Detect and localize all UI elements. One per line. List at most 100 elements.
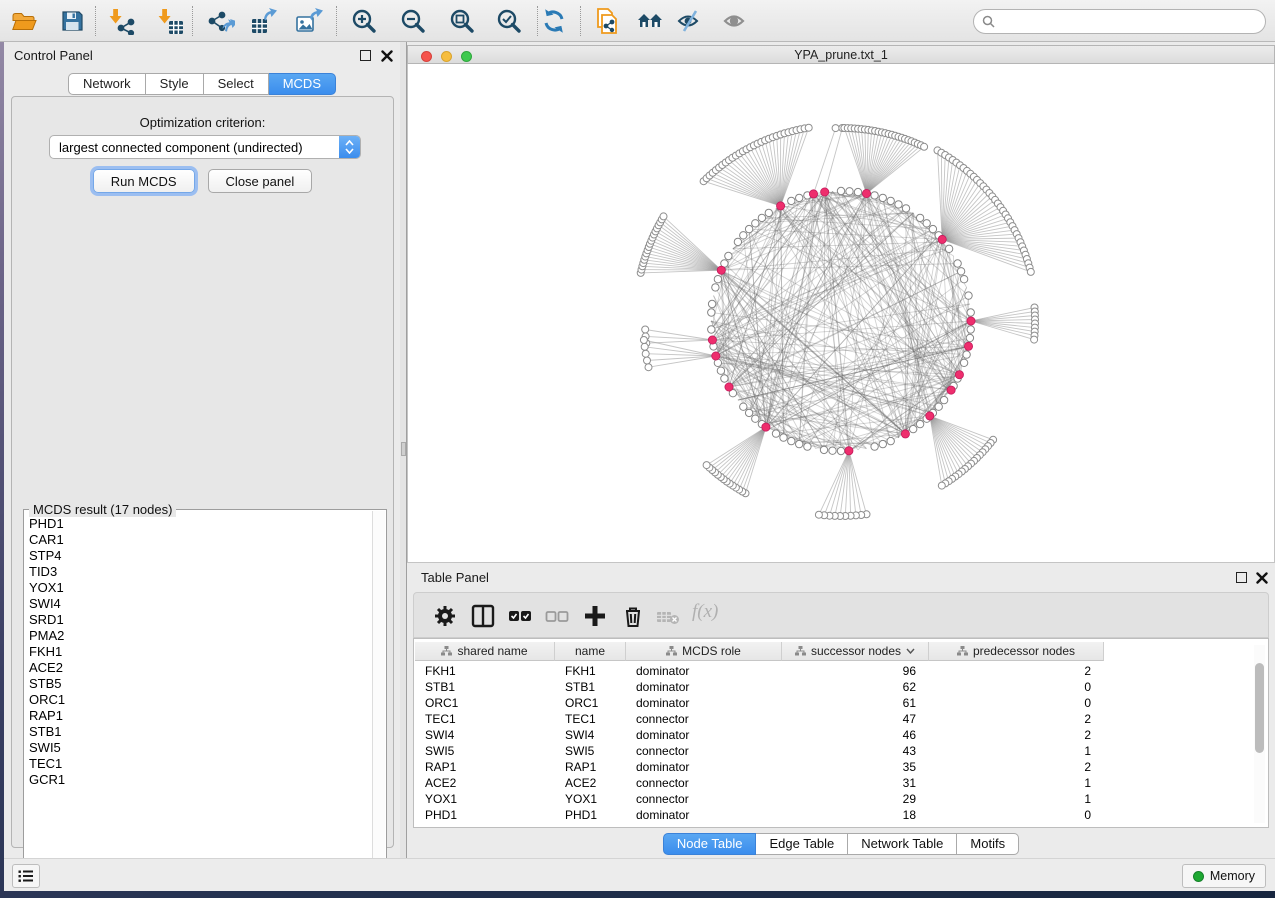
- tab-mcds[interactable]: MCDS: [269, 73, 336, 95]
- function-builder-icon[interactable]: f(x): [692, 601, 732, 627]
- cell-predecessor-nodes[interactable]: 2: [929, 711, 1104, 727]
- mcds-result-item[interactable]: PHD1: [29, 516, 370, 532]
- create-column-icon[interactable]: [582, 603, 608, 629]
- cell-name[interactable]: ACE2: [555, 775, 626, 791]
- cell-MCDS-role[interactable]: dominator: [626, 679, 782, 695]
- cell-name[interactable]: SWI4: [555, 727, 626, 743]
- cell-MCDS-role[interactable]: connector: [626, 743, 782, 759]
- cell-predecessor-nodes[interactable]: 2: [929, 759, 1104, 775]
- cell-shared-name[interactable]: YOX1: [415, 791, 555, 807]
- table-row[interactable]: SWI5SWI5connector431: [415, 743, 1104, 759]
- save-session-icon[interactable]: [58, 7, 86, 35]
- select-all-icon[interactable]: [507, 603, 533, 629]
- zoom-selected-icon[interactable]: [495, 7, 523, 35]
- column-header-predecessor-nodes[interactable]: predecessor nodes: [929, 642, 1104, 661]
- table-row[interactable]: SWI4SWI4dominator462: [415, 727, 1104, 743]
- tab-network-table[interactable]: Network Table: [848, 833, 957, 855]
- cell-successor-nodes[interactable]: 29: [782, 791, 929, 807]
- table-scrollbar-thumb[interactable]: [1255, 663, 1264, 753]
- refresh-layout-icon[interactable]: [540, 7, 568, 35]
- cell-successor-nodes[interactable]: 61: [782, 695, 929, 711]
- cell-name[interactable]: RAP1: [555, 759, 626, 775]
- column-header-MCDS-role[interactable]: MCDS role: [626, 642, 782, 661]
- cell-shared-name[interactable]: SWI5: [415, 743, 555, 759]
- zoom-out-icon[interactable]: [399, 7, 427, 35]
- column-header-successor-nodes[interactable]: successor nodes: [782, 642, 929, 661]
- cell-predecessor-nodes[interactable]: 0: [929, 695, 1104, 711]
- open-session-icon[interactable]: [10, 7, 38, 35]
- cell-successor-nodes[interactable]: 35: [782, 759, 929, 775]
- zoom-in-icon[interactable]: [350, 7, 378, 35]
- table-row[interactable]: TEC1TEC1connector472: [415, 711, 1104, 727]
- table-row[interactable]: PHD1PHD1dominator180: [415, 807, 1104, 823]
- tab-network[interactable]: Network: [68, 73, 146, 95]
- table-row[interactable]: ORC1ORC1dominator610: [415, 695, 1104, 711]
- tab-node-table[interactable]: Node Table: [663, 833, 757, 855]
- first-neighbors-icon[interactable]: [636, 7, 664, 35]
- table-row[interactable]: ACE2ACE2connector311: [415, 775, 1104, 791]
- mcds-list-scrollbar[interactable]: [372, 511, 385, 876]
- network-window-titlebar[interactable]: YPA_prune.txt_1: [407, 45, 1275, 64]
- cell-predecessor-nodes[interactable]: 0: [929, 807, 1104, 823]
- mcds-result-item[interactable]: ACE2: [29, 660, 370, 676]
- zoom-fit-icon[interactable]: [448, 7, 476, 35]
- cell-shared-name[interactable]: STB1: [415, 679, 555, 695]
- close-panel-icon[interactable]: [381, 50, 393, 62]
- export-network-icon[interactable]: [207, 7, 235, 35]
- column-header-shared-name[interactable]: shared name: [415, 642, 555, 661]
- import-table-icon[interactable]: [156, 7, 184, 35]
- cell-name[interactable]: FKH1: [555, 663, 626, 679]
- import-network-icon[interactable]: [107, 7, 135, 35]
- tab-edge-table[interactable]: Edge Table: [756, 833, 848, 855]
- cell-MCDS-role[interactable]: dominator: [626, 759, 782, 775]
- mcds-result-item[interactable]: ORC1: [29, 692, 370, 708]
- close-panel-button[interactable]: Close panel: [208, 169, 313, 193]
- cell-MCDS-role[interactable]: dominator: [626, 807, 782, 823]
- float-table-panel-icon[interactable]: [1236, 572, 1247, 583]
- search-field[interactable]: [973, 9, 1266, 34]
- cell-predecessor-nodes[interactable]: 0: [929, 679, 1104, 695]
- cell-successor-nodes[interactable]: 43: [782, 743, 929, 759]
- tab-style[interactable]: Style: [146, 73, 204, 95]
- cell-MCDS-role[interactable]: connector: [626, 711, 782, 727]
- mcds-result-item[interactable]: STB1: [29, 724, 370, 740]
- cell-successor-nodes[interactable]: 47: [782, 711, 929, 727]
- splitter-grip[interactable]: [401, 442, 406, 456]
- float-panel-icon[interactable]: [360, 50, 371, 61]
- table-row[interactable]: YOX1YOX1connector291: [415, 791, 1104, 807]
- deselect-all-icon[interactable]: [544, 603, 570, 629]
- cell-successor-nodes[interactable]: 18: [782, 807, 929, 823]
- cell-predecessor-nodes[interactable]: 2: [929, 727, 1104, 743]
- memory-button[interactable]: Memory: [1182, 864, 1266, 888]
- network-graph[interactable]: [408, 64, 1274, 561]
- mcds-result-item[interactable]: SWI4: [29, 596, 370, 612]
- table-row[interactable]: STB1STB1dominator620: [415, 679, 1104, 695]
- search-input[interactable]: [1000, 15, 1265, 29]
- mcds-result-item[interactable]: YOX1: [29, 580, 370, 596]
- mcds-result-item[interactable]: FKH1: [29, 644, 370, 660]
- cell-MCDS-role[interactable]: dominator: [626, 663, 782, 679]
- cell-name[interactable]: YOX1: [555, 791, 626, 807]
- export-table-icon[interactable]: [250, 7, 278, 35]
- cell-name[interactable]: PHD1: [555, 807, 626, 823]
- mcds-result-item[interactable]: CAR1: [29, 532, 370, 548]
- cell-shared-name[interactable]: FKH1: [415, 663, 555, 679]
- cell-predecessor-nodes[interactable]: 1: [929, 775, 1104, 791]
- cell-successor-nodes[interactable]: 46: [782, 727, 929, 743]
- mcds-result-item[interactable]: GCR1: [29, 772, 370, 788]
- cell-shared-name[interactable]: ORC1: [415, 695, 555, 711]
- cell-MCDS-role[interactable]: dominator: [626, 695, 782, 711]
- mcds-result-item[interactable]: STB5: [29, 676, 370, 692]
- cell-predecessor-nodes[interactable]: 1: [929, 791, 1104, 807]
- delete-table-icon[interactable]: [655, 603, 681, 629]
- cell-MCDS-role[interactable]: connector: [626, 775, 782, 791]
- task-history-button[interactable]: [12, 864, 40, 888]
- mcds-result-item[interactable]: TID3: [29, 564, 370, 580]
- criterion-dropdown[interactable]: largest connected component (undirected): [49, 135, 361, 159]
- vertical-splitter[interactable]: [400, 42, 407, 858]
- tab-motifs[interactable]: Motifs: [957, 833, 1019, 855]
- delete-columns-icon[interactable]: [620, 603, 646, 629]
- cell-name[interactable]: TEC1: [555, 711, 626, 727]
- clone-network-icon[interactable]: [594, 7, 622, 35]
- cell-shared-name[interactable]: ACE2: [415, 775, 555, 791]
